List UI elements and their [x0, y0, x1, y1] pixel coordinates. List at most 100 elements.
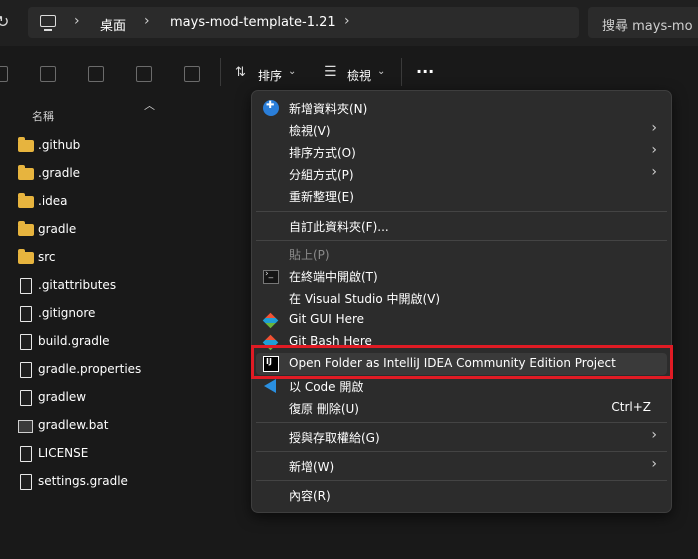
menu-item-label: 新增(W): [289, 460, 335, 474]
folder-icon: [18, 221, 34, 236]
chevron-right-icon: ›: [651, 456, 657, 472]
chevron-right-icon: ›: [651, 164, 657, 180]
menu-item-label: 內容(R): [289, 489, 331, 503]
file-name: gradlew.bat: [38, 418, 109, 432]
file-name: .gitattributes: [38, 278, 117, 292]
menu-item-label: 授與存取權給(G): [289, 431, 380, 445]
folder-icon: [18, 249, 34, 264]
back-arrow-icon[interactable]: ↻: [0, 12, 9, 31]
file-name: LICENSE: [38, 446, 89, 460]
chevron-right-icon[interactable]: ›: [344, 13, 350, 29]
list-item[interactable]: settings.gradle: [18, 471, 248, 493]
menu-divider: [256, 211, 667, 212]
menu-item-label: 排序方式(O): [289, 146, 356, 160]
search-placeholder: 搜尋 mays-mo: [602, 19, 693, 34]
sort-icon[interactable]: ⇅: [235, 65, 246, 80]
file-name: .gradle: [38, 166, 81, 180]
list-item[interactable]: .gradle: [18, 163, 248, 185]
list-item[interactable]: .gitignore: [18, 303, 248, 325]
batch-file-icon: [18, 420, 33, 433]
menu-item-label: 自訂此資料夾(F)...: [289, 220, 389, 234]
file-icon: [20, 334, 32, 350]
folder-icon: [18, 165, 34, 180]
menu-item-label: 貼上(P): [289, 248, 330, 262]
column-header-name[interactable]: 名稱: [32, 108, 54, 124]
menu-divider: [256, 480, 667, 481]
menu-item-sort-by[interactable]: 排序方式(O) ›: [252, 141, 671, 163]
list-item[interactable]: gradle.properties: [18, 359, 248, 381]
address-bar-area: ↻ › 桌面 › mays-mod-template-1.21 › 搜尋 may…: [0, 0, 698, 46]
menu-item-label: 重新整理(E): [289, 190, 354, 204]
search-input[interactable]: 搜尋 mays-mo: [588, 7, 698, 38]
file-name: .gitignore: [38, 306, 96, 320]
menu-item-label: 復原 刪除(U): [289, 402, 359, 416]
menu-divider: [256, 451, 667, 452]
chevron-right-icon[interactable]: ›: [74, 13, 80, 29]
file-icon: [20, 474, 32, 490]
copy-icon[interactable]: [40, 66, 56, 82]
menu-item-label: 在終端中開啟(T): [289, 270, 378, 284]
menu-item-open-in-terminal[interactable]: 在終端中開啟(T): [252, 265, 671, 287]
menu-item-refresh[interactable]: 重新整理(E): [252, 185, 671, 207]
list-item[interactable]: .gitattributes: [18, 275, 248, 297]
file-icon: [20, 446, 32, 462]
file-icon: [20, 362, 32, 378]
menu-item-label: 在 Visual Studio 中開啟(V): [289, 292, 441, 306]
more-options-button[interactable]: ···: [416, 62, 434, 81]
chevron-down-icon[interactable]: ⌄: [377, 66, 385, 77]
terminal-icon: [263, 269, 279, 284]
file-name: .github: [38, 138, 81, 152]
list-item[interactable]: gradle: [18, 219, 248, 241]
share-icon[interactable]: [136, 66, 152, 82]
sort-button[interactable]: 排序: [258, 67, 282, 84]
list-item[interactable]: gradlew: [18, 387, 248, 409]
chevron-right-icon[interactable]: ›: [144, 13, 150, 29]
menu-item-paste[interactable]: 貼上(P): [252, 243, 671, 265]
sort-caret-icon: ︿: [144, 99, 155, 112]
rename-icon[interactable]: [88, 66, 104, 82]
new-folder-icon: [263, 100, 279, 116]
delete-icon[interactable]: [184, 66, 200, 82]
file-name: gradlew: [38, 390, 87, 404]
chevron-right-icon: ›: [651, 427, 657, 443]
list-item[interactable]: src: [18, 247, 248, 269]
list-item[interactable]: build.gradle: [18, 331, 248, 353]
folder-icon: [18, 137, 34, 152]
toolbar-divider: [220, 58, 221, 86]
menu-item-properties[interactable]: 內容(R): [252, 484, 671, 506]
menu-item-new[interactable]: 新增(W) ›: [252, 455, 671, 477]
menu-item-git-gui[interactable]: Git GUI Here: [252, 309, 671, 331]
toolbar-divider: [401, 58, 402, 86]
menu-item-label: 檢視(V): [289, 124, 331, 138]
view-button[interactable]: 檢視: [347, 67, 371, 84]
list-item[interactable]: .idea: [18, 191, 248, 213]
chevron-right-icon: ›: [651, 120, 657, 136]
chevron-down-icon[interactable]: ⌄: [288, 66, 296, 77]
menu-item-open-in-visual-studio[interactable]: 在 Visual Studio 中開啟(V): [252, 287, 671, 309]
view-icon[interactable]: ☰: [324, 64, 337, 80]
menu-divider: [256, 422, 667, 423]
new-item-icon[interactable]: [0, 66, 8, 82]
menu-item-customize-folder[interactable]: 自訂此資料夾(F)...: [252, 215, 671, 237]
menu-item-shortcut: Ctrl+Z: [611, 400, 651, 414]
menu-item-view[interactable]: 檢視(V) ›: [252, 119, 671, 141]
file-name: src: [38, 250, 56, 264]
breadcrumb-current-folder[interactable]: mays-mod-template-1.21: [170, 15, 336, 30]
breadcrumb[interactable]: › 桌面 › mays-mod-template-1.21 ›: [28, 7, 579, 38]
menu-item-label: 以 Code 開啟: [289, 380, 364, 394]
list-item[interactable]: gradlew.bat: [18, 415, 248, 437]
file-name: .idea: [38, 194, 68, 208]
list-item[interactable]: .github: [18, 135, 248, 157]
list-item[interactable]: LICENSE: [18, 443, 248, 465]
menu-item-undo-delete[interactable]: 復原 刪除(U) Ctrl+Z: [252, 397, 671, 419]
computer-icon: [40, 15, 56, 31]
context-menu: 新增資料夾(N) 檢視(V) › 排序方式(O) › 分組方式(P) › 重新整…: [251, 90, 672, 513]
breadcrumb-desktop[interactable]: 桌面: [100, 15, 126, 34]
menu-item-group-by[interactable]: 分組方式(P) ›: [252, 163, 671, 185]
menu-item-label: Git GUI Here: [289, 312, 365, 326]
menu-item-give-access[interactable]: 授與存取權給(G) ›: [252, 426, 671, 448]
folder-icon: [18, 193, 34, 208]
menu-item-new-folder[interactable]: 新增資料夾(N): [252, 97, 671, 119]
git-icon: [262, 312, 279, 329]
file-icon: [20, 306, 32, 322]
